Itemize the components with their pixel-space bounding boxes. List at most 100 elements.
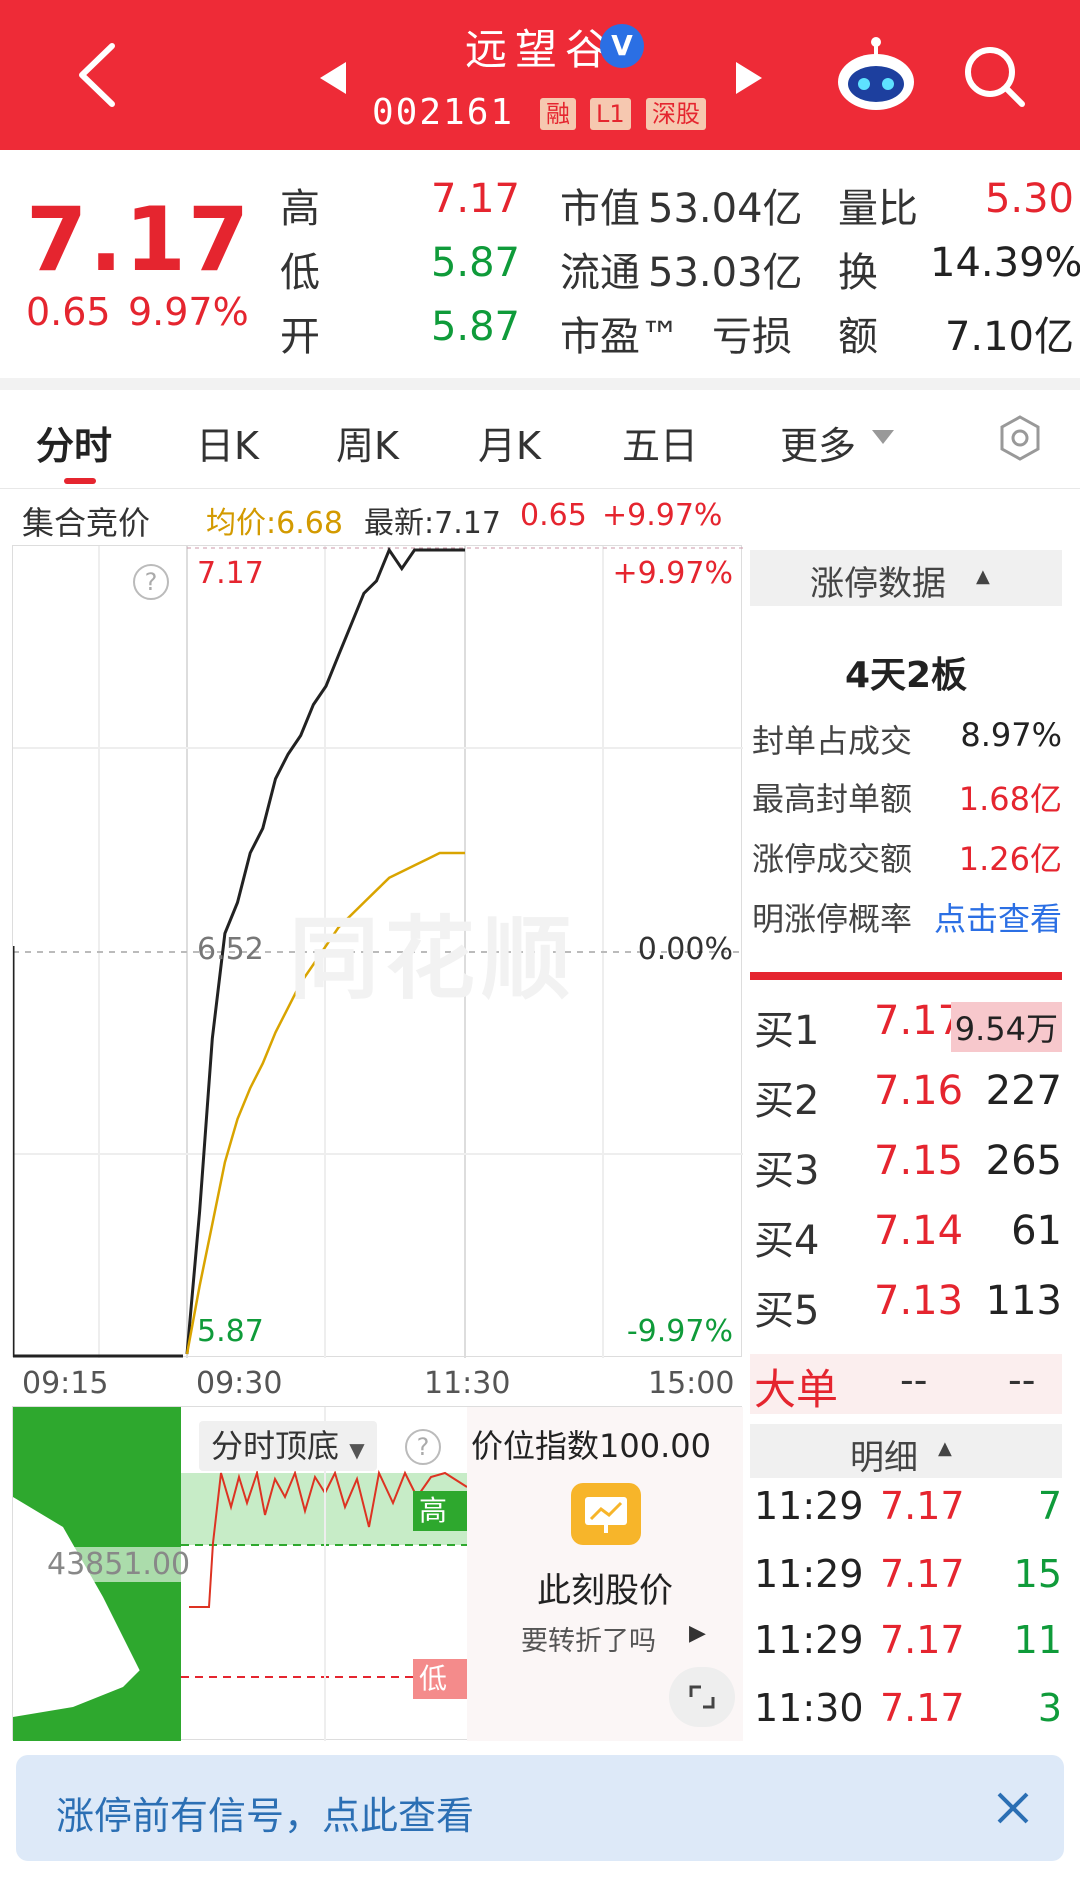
close-icon[interactable] [996, 1791, 1030, 1825]
bid-price: 7.15 [874, 1138, 964, 1184]
watermark: 同花顺 [289, 907, 577, 1012]
limit-up-title: 涨停数据 [810, 564, 946, 604]
bid-volume: 265 [985, 1138, 1062, 1184]
next-stock-icon[interactable] [734, 60, 764, 96]
tab-weekly-k[interactable]: 周K [336, 415, 399, 470]
trade-time: 11:29 [754, 1552, 864, 1596]
bid-volume: 227 [985, 1068, 1062, 1114]
big-order-row[interactable]: 大单 -- -- [750, 1354, 1062, 1414]
limit-up-header[interactable]: 涨停数据 ▲ [750, 550, 1062, 606]
detail-header[interactable]: 明细 ▲ [750, 1424, 1062, 1478]
banner-text: 涨停前有信号，点此查看 [56, 1794, 475, 1838]
pe-value: 亏损 [712, 314, 792, 360]
tab-daily-k[interactable]: 日K [196, 415, 259, 470]
bid-label: 买1 [754, 1008, 820, 1054]
pct-axis-mid: 0.00% [637, 932, 733, 967]
latest-price: 最新:7.17 [364, 506, 501, 541]
section-divider [0, 378, 1080, 390]
bid-volume: 9.54万 [950, 1002, 1062, 1052]
active-tab-indicator [64, 478, 96, 484]
x-tick-1500: 15:00 [648, 1366, 735, 1401]
detail-title: 明细 [850, 1438, 918, 1478]
trade-time: 11:30 [754, 1686, 864, 1730]
x-tick-0915: 09:15 [22, 1366, 109, 1401]
trade-price: 7.17 [880, 1618, 965, 1662]
tab-five-day[interactable]: 五日 [622, 415, 698, 470]
order-row: 买1 7.17 9.54万 [754, 998, 1062, 1054]
settings-icon[interactable] [996, 414, 1044, 462]
high-zone-label: 高 [413, 1491, 467, 1531]
bid-price: 7.17 [874, 998, 964, 1044]
chevron-down-icon [872, 430, 894, 444]
current-price: 7.17 [26, 188, 252, 291]
trade-volume: 7 [1037, 1484, 1062, 1528]
help-icon[interactable]: ? [405, 1429, 441, 1465]
signal-banner[interactable]: 涨停前有信号，点此查看 [16, 1755, 1064, 1861]
trade-volume: 11 [1013, 1618, 1062, 1662]
app-header: 远望谷 V 002161 融 L1 深股 [0, 0, 1080, 150]
big-order-value-a: -- [900, 1358, 928, 1402]
chart-icon [571, 1483, 641, 1545]
bid-label: 买5 [754, 1288, 820, 1334]
expand-icon[interactable] [669, 1667, 735, 1727]
open-value: 5.87 [430, 304, 520, 350]
big-order-value-b: -- [1008, 1358, 1036, 1402]
price-change-pct: 9.97% [128, 290, 249, 334]
order-row: 买2 7.16 227 [754, 1068, 1062, 1124]
board-count: 4天2板 [844, 655, 968, 696]
amount-value: 7.10亿 [944, 314, 1074, 360]
price-axis-low: 5.87 [197, 1314, 264, 1349]
robot-icon[interactable] [834, 34, 918, 114]
order-row: 买5 7.13 113 [754, 1278, 1062, 1334]
trade-price: 7.17 [880, 1484, 965, 1528]
pe-label: 市盈™ [560, 314, 680, 360]
bid-volume: 61 [1011, 1208, 1062, 1254]
high-value: 7.17 [430, 176, 520, 222]
info-change-pct: +9.97% [602, 498, 723, 533]
badge-l1: L1 [590, 98, 631, 130]
trade-price: 7.17 [880, 1686, 965, 1730]
volume-value: 43851.00 [47, 1547, 191, 1582]
chevron-up-icon: ▲ [976, 566, 990, 587]
pct-axis-high: +9.97% [612, 556, 733, 591]
trade-volume: 3 [1037, 1686, 1062, 1730]
search-icon[interactable] [962, 44, 1028, 110]
intraday-chart[interactable]: 同花顺 ? 7.17 6.52 5.87 +9.97% 0.00% -9.97% [12, 545, 743, 1358]
max-seal-label: 最高封单额 [752, 780, 913, 818]
probability-label: 明涨停概率 [752, 900, 913, 938]
bid-label: 买4 [754, 1218, 820, 1264]
low-zone-label: 低 [413, 1659, 467, 1699]
tab-more[interactable]: 更多 [780, 415, 856, 470]
turnover-label: 换 [838, 250, 878, 296]
bid-label: 买2 [754, 1078, 820, 1124]
limit-amount-value: 1.26亿 [958, 840, 1062, 878]
low-value: 5.87 [430, 240, 520, 286]
probability-link[interactable]: 点击查看 [920, 894, 1062, 940]
float-cap-label: 流通 [560, 250, 640, 296]
help-icon[interactable]: ? [133, 564, 169, 600]
amount-label: 额 [838, 314, 878, 360]
seal-ratio-value: 8.97% [960, 716, 1062, 754]
price-index: 价位指数100.00 [471, 1427, 711, 1465]
volume-ratio-label: 量比 [838, 186, 918, 232]
price-change: 0.65 [26, 290, 111, 334]
tab-intraday[interactable]: 分时 [36, 415, 112, 470]
average-price: 均价:6.68 [206, 506, 343, 541]
big-order-label: 大单 [754, 1365, 839, 1414]
sub-chart[interactable]: 43851.00 分时顶底 ▼ ? 高 低 价位指数100.00 此刻股价 要转… [12, 1406, 743, 1741]
bid-volume: 113 [985, 1278, 1062, 1324]
badge-margin: 融 [540, 98, 576, 130]
indicator-dropdown[interactable]: 分时顶底 ▼ [199, 1421, 377, 1471]
open-label: 开 [280, 314, 320, 360]
chevron-right-icon: ▶ [689, 1621, 706, 1646]
trade-volume: 15 [1013, 1552, 1062, 1596]
chevron-up-icon: ▲ [938, 1438, 952, 1459]
tab-monthly-k[interactable]: 月K [478, 415, 541, 470]
order-row: 买3 7.15 265 [754, 1138, 1062, 1194]
high-label: 高 [280, 186, 320, 232]
low-label: 低 [280, 250, 320, 296]
tabs-divider [0, 488, 1080, 489]
promo-card[interactable]: 价位指数100.00 此刻股价 要转折了吗 ▶ [467, 1407, 743, 1741]
indicator-dropdown-label: 分时顶底 [211, 1427, 340, 1465]
turnover-value: 14.39% [930, 240, 1080, 286]
